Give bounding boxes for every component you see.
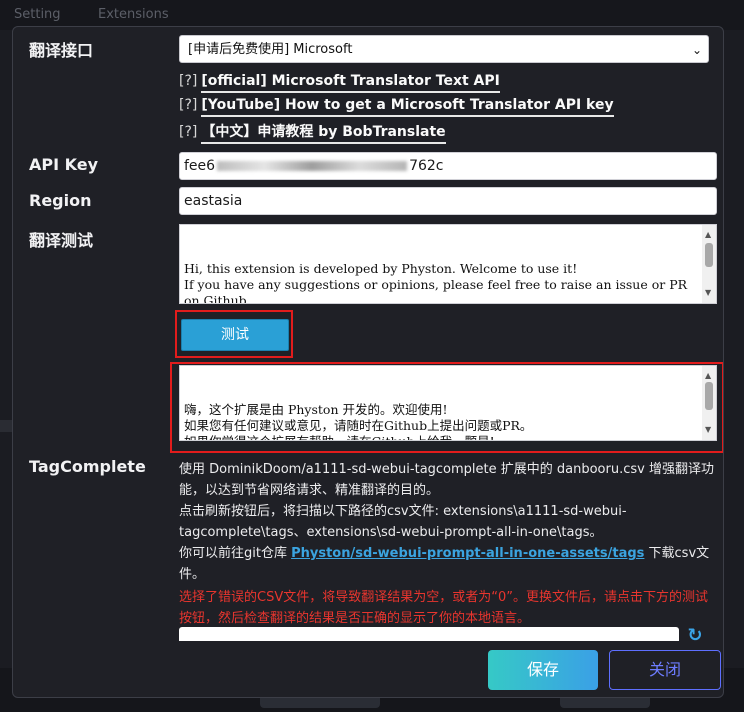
git-repo-link[interactable]: Physton/sd-webui-prompt-all-in-one-asset… (291, 546, 644, 561)
link-official[interactable]: [?] [official] Microsoft Translator Text … (179, 73, 500, 93)
bg-slider-track (0, 420, 12, 432)
bg-tab-extensions[interactable]: Extensions (98, 7, 169, 22)
api-key-label: API Key (29, 155, 99, 174)
region-label: Region (29, 191, 92, 210)
scroll-down-icon[interactable]: ▼ (705, 285, 711, 301)
bg-tab-setting[interactable]: Setting (14, 7, 61, 22)
translate-api-selected: [申请后免费使用] Microsoft (188, 42, 353, 57)
csv-warning: 选择了错误的CSV文件，将导致翻译结果为空，或者为“0”。更换文件后，请点击下方… (179, 590, 708, 626)
save-button[interactable]: 保存 (488, 650, 598, 690)
api-key-input[interactable]: fee6 762c (179, 152, 717, 180)
scrollbar[interactable]: ▲ ▼ (702, 225, 716, 303)
scroll-thumb[interactable] (705, 382, 713, 410)
help-marker: [?] (179, 97, 198, 113)
translate-test-label: 翻译测试 (29, 231, 94, 250)
test-output-text: 嗨，这个扩展是由 Physton 开发的。欢迎使用! 如果您有任何建议或意见，请… (184, 402, 533, 440)
link-youtube-text[interactable]: [YouTube] How to get a Microsoft Transla… (201, 97, 614, 117)
test-button[interactable]: 测试 (181, 319, 289, 351)
api-key-value-end: 762c (409, 158, 444, 174)
link-official-text[interactable]: [official] Microsoft Translator Text API (201, 73, 500, 93)
test-output-textarea[interactable]: 嗨，这个扩展是由 Physton 开发的。欢迎使用! 如果您有任何建议或意见，请… (179, 365, 717, 441)
scroll-up-icon[interactable]: ▲ (705, 227, 711, 243)
tagcomplete-scan-paths: 点击刷新按钮后，将扫描以下路径的csv文件: extensions\a1111-… (179, 504, 627, 540)
api-key-redacted (217, 161, 408, 171)
link-chinese-tutorial[interactable]: [?] 【中文】申请教程 by BobTranslate (179, 121, 446, 144)
help-marker: [?] (179, 124, 198, 140)
translate-api-select[interactable]: [申请后免费使用] Microsoft ⌄ (179, 35, 709, 63)
scroll-down-icon[interactable]: ▼ (705, 422, 711, 438)
link-youtube[interactable]: [?] [YouTube] How to get a Microsoft Tran… (179, 97, 614, 117)
csv-file-select[interactable] (179, 627, 679, 641)
scroll-thumb[interactable] (705, 243, 713, 267)
tagcomplete-label: TagComplete (29, 457, 146, 476)
region-input[interactable]: eastasia (179, 187, 717, 215)
tagcomplete-description: 使用 DominikDoom/a1111-sd-webui-tagcomplet… (179, 462, 714, 498)
test-input-text: Hi, this extension is developed by Physt… (184, 261, 688, 304)
settings-modal: 翻译接口 [申请后免费使用] Microsoft ⌄ [?] [official]… (12, 26, 724, 698)
scrollbar[interactable]: ▲ ▼ (702, 366, 716, 440)
api-key-value-start: fee6 (184, 158, 216, 174)
refresh-icon[interactable]: ↻ (683, 625, 707, 647)
translate-api-label: 翻译接口 (29, 41, 94, 60)
test-input-textarea[interactable]: Hi, this extension is developed by Physt… (179, 224, 717, 304)
tagcomplete-download-hint: 你可以前往git仓库 Physton/sd-webui-prompt-all-i… (179, 543, 715, 585)
help-marker: [?] (179, 73, 198, 89)
link-chinese-tutorial-text[interactable]: 【中文】申请教程 by BobTranslate (201, 124, 446, 144)
close-button[interactable]: 关闭 (609, 650, 721, 690)
download-hint-before: 你可以前往git仓库 (179, 546, 292, 561)
chevron-down-icon: ⌄ (691, 43, 702, 57)
